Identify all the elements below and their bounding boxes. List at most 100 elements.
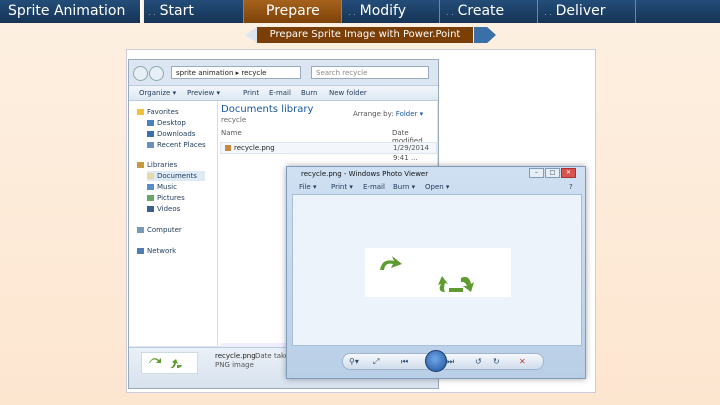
forward-icon[interactable] [149, 66, 164, 81]
tab-dots: . . [544, 8, 552, 17]
nav-downloads[interactable]: Downloads [147, 129, 195, 139]
maximize-button[interactable]: □ [545, 168, 560, 178]
nav-label: Videos [157, 205, 181, 213]
nav-documents[interactable]: Documents [147, 171, 205, 181]
viewer-menu: File ▾ Print ▾ E-mail Burn ▾ Open ▾ ? [291, 183, 581, 193]
tab-prepare[interactable]: Prepare [244, 0, 342, 23]
minimize-button[interactable]: – [529, 168, 544, 178]
nav-computer[interactable]: Computer [137, 225, 182, 235]
print-menu[interactable]: Print ▾ [331, 183, 353, 191]
tab-start[interactable]: . . Start [144, 0, 244, 23]
next-icon[interactable]: ⏭ [447, 358, 454, 366]
details-filename: recycle.png [215, 352, 256, 360]
arrange-by[interactable]: Arrange by: Folder ▾ [353, 110, 423, 118]
nav-videos[interactable]: Videos [147, 204, 180, 214]
downloads-icon [147, 131, 154, 137]
back-icon[interactable] [133, 66, 148, 81]
nav-music[interactable]: Music [147, 182, 177, 192]
nav-label: Recent Places [157, 141, 206, 149]
tab-dots: . . [446, 8, 454, 17]
nav-label: Network [147, 247, 177, 255]
new-folder-button[interactable]: New folder [329, 87, 367, 99]
nav-desktop[interactable]: Desktop [147, 118, 186, 128]
recycle-arrows-thumbnail-icon [149, 358, 182, 369]
slideshow-button[interactable] [425, 350, 447, 372]
network-icon [137, 248, 144, 254]
recent-icon [147, 142, 154, 148]
nav-recent-places[interactable]: Recent Places [147, 140, 206, 150]
tab-create[interactable]: . . Create [440, 0, 538, 23]
nav-favorites[interactable]: Favorites [137, 107, 179, 117]
tab-label: Prepare [266, 3, 320, 19]
tab-dots: . . [348, 8, 356, 17]
arrange-label: Arrange by: [353, 110, 394, 118]
help-button[interactable]: ? [569, 183, 573, 191]
tab-label: Deliver [555, 3, 606, 19]
pictures-icon [147, 195, 154, 201]
nav-label: Favorites [147, 108, 179, 116]
music-icon [147, 184, 154, 190]
file-menu[interactable]: File ▾ [299, 183, 316, 191]
nav-label: Documents [157, 172, 197, 180]
nav-label: Music [157, 183, 177, 191]
nav-label: Desktop [157, 119, 186, 127]
rotate-right-icon[interactable]: ↻ [493, 358, 500, 366]
image-canvas [292, 194, 582, 346]
burn-button[interactable]: Burn [301, 87, 317, 99]
tab-modify[interactable]: . . Modify [342, 0, 440, 23]
tab-sprite-animation[interactable]: Sprite Animation [0, 0, 142, 23]
arrange-value: Folder ▾ [395, 110, 424, 118]
nav-label: Libraries [147, 161, 178, 169]
explorer-toolbar: Organize ▾ Preview ▾ Print E-mail Burn N… [129, 85, 438, 101]
nav-pictures[interactable]: Pictures [147, 193, 185, 203]
image-file-icon [225, 145, 231, 151]
address-bar[interactable]: sprite animation ▸ recycle [171, 66, 301, 79]
actual-size-icon[interactable]: ⤢ [373, 358, 379, 366]
delete-icon[interactable]: ✕ [519, 358, 526, 366]
tab-label: Sprite Animation [8, 3, 126, 19]
file-row[interactable]: recycle.png 1/29/2014 9:41 ... [220, 142, 437, 162]
email-button[interactable]: E-mail [269, 87, 291, 99]
top-navigation: Sprite Animation . . Start Prepare . . Mod… [0, 0, 720, 24]
subtitle-bar: Prepare Sprite Image with Power.Point [245, 27, 495, 43]
zoom-icon[interactable]: ⚲▾ [349, 358, 359, 366]
library-subtitle: recycle [221, 116, 247, 124]
star-icon [137, 109, 144, 115]
desktop-icon [147, 120, 154, 126]
tab-deliver[interactable]: . . Deliver [538, 0, 636, 23]
tab-label: Create [457, 3, 505, 19]
subtitle-left-arrow-icon[interactable] [245, 27, 257, 43]
recycle-arrows-icon [380, 256, 474, 292]
burn-menu[interactable]: Burn ▾ [393, 183, 415, 191]
tab-empty [636, 0, 720, 23]
subtitle-text: Prepare Sprite Image with Power.Point [257, 27, 473, 43]
open-menu[interactable]: Open ▾ [425, 183, 449, 191]
column-header-name[interactable]: Name [221, 129, 242, 137]
organize-button[interactable]: Organize ▾ [139, 87, 176, 99]
details-type: PNG image [215, 361, 254, 369]
preview-button[interactable]: Preview ▾ [187, 87, 220, 99]
address-row: sprite animation ▸ recycle Search recycl… [133, 66, 433, 82]
nav-libraries[interactable]: Libraries [137, 160, 177, 170]
viewer-controls: ⚲▾ ⤢ ⏮ ⏭ ↺ ↻ ✕ [292, 350, 580, 372]
previous-icon[interactable]: ⏮ [401, 358, 408, 366]
print-button[interactable]: Print [243, 87, 259, 99]
nav-label: Computer [147, 226, 182, 234]
nav-label: Downloads [157, 130, 196, 138]
file-name: recycle.png [234, 144, 275, 152]
photo-viewer-window: recycle.png - Windows Photo Viewer – □ ✕… [286, 166, 586, 379]
file-date: 1/29/2014 9:41 ... [393, 144, 429, 162]
close-button[interactable]: ✕ [561, 168, 576, 178]
computer-icon [137, 227, 144, 233]
email-menu[interactable]: E-mail [363, 183, 385, 191]
tab-dots: . . [148, 8, 156, 17]
library-title: Documents library [221, 104, 314, 115]
rotate-left-icon[interactable]: ↺ [475, 358, 482, 366]
viewer-title: recycle.png - Windows Photo Viewer [301, 170, 429, 178]
tab-label: Start [159, 3, 194, 19]
videos-icon [147, 206, 154, 212]
recycle-image [365, 248, 511, 297]
tab-label: Modify [359, 3, 407, 19]
nav-network[interactable]: Network [137, 246, 176, 256]
search-input[interactable]: Search recycle [311, 66, 429, 79]
